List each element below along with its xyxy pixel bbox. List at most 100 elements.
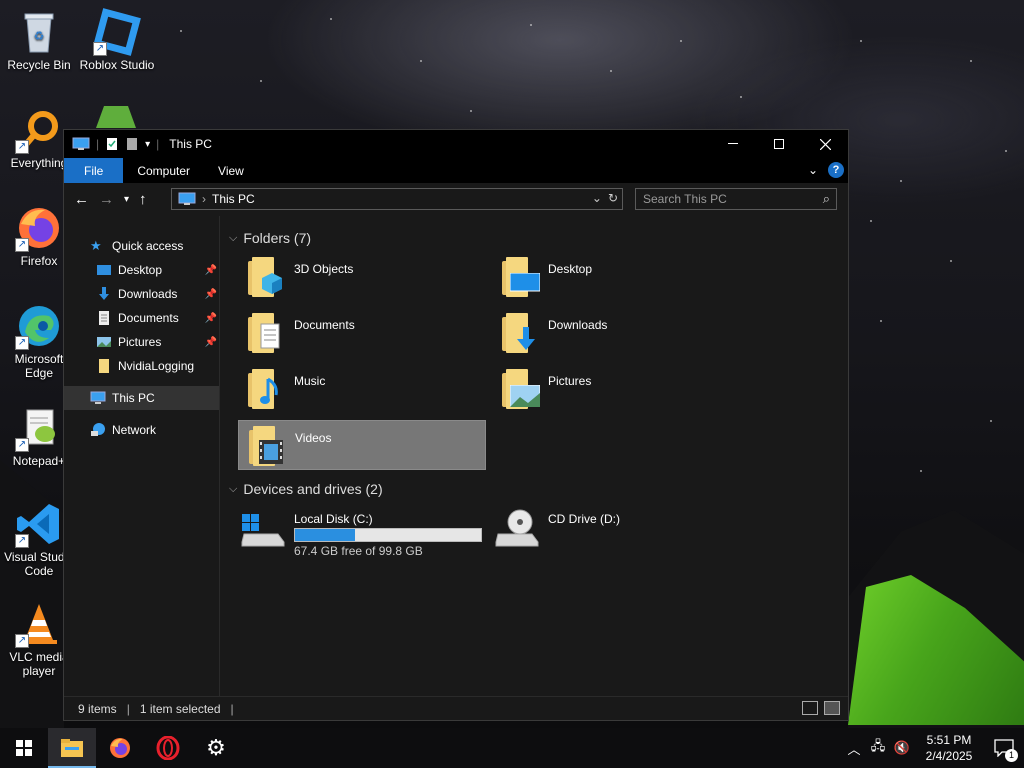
sidebar-item-label: NvidiaLogging [118,359,195,373]
selection-count: 1 item selected [139,701,221,716]
content-pane: ⌵ Folders (7) 3D Objects Desktop Documen… [220,216,848,697]
breadcrumb-separator-icon: › [202,192,206,206]
file-explorer-window: | ▾ | This PC File Computer View ⌄ ? ← →… [63,129,849,721]
desktop-folder-icon [97,265,111,275]
sidebar-item-desktop[interactable]: Desktop 📌 [64,258,219,282]
desktop-icon-label: Roblox Studio [79,58,155,72]
sidebar-item-downloads[interactable]: Downloads 📌 [64,282,219,306]
notification-badge: 1 [1005,749,1018,762]
desktop-icon-recycle-bin[interactable]: ♻ Recycle Bin [0,8,78,72]
search-input[interactable]: Search This PC ⌕ [635,188,837,210]
status-separator: | [230,701,234,716]
address-dropdown-chevron-icon[interactable]: ⌄ [592,191,602,205]
pin-icon: 📌 [204,264,217,276]
status-separator: | [126,701,130,716]
taskbar-firefox[interactable] [96,728,144,768]
vlc-cone-icon: ↗ [15,600,63,648]
tab-view[interactable]: View [204,158,258,183]
shortcut-arrow-icon: ↗ [15,438,29,452]
sidebar-item-nvidialogging[interactable]: NvidiaLogging [64,354,219,378]
sidebar-item-label: Network [112,423,157,437]
clock[interactable]: 5:51 PM 2/4/2025 [914,732,984,764]
folder-tile-pictures[interactable]: Pictures [492,364,740,414]
address-bar[interactable]: › This PC ⌄ ↻ [171,188,623,210]
documents-folder-icon [246,311,286,355]
start-button[interactable] [0,728,48,768]
sidebar-item-pictures[interactable]: Pictures 📌 [64,330,219,354]
recent-locations-chevron-icon[interactable]: ▾ [124,194,129,205]
shortcut-arrow-icon: ↗ [15,238,29,252]
sidebar-item-quick-access[interactable]: ★ Quick access [64,234,219,258]
tile-label: Music [294,374,326,388]
taskbar-file-explorer[interactable] [48,728,96,768]
downloads-arrow-icon [99,287,109,300]
tile-label: Documents [294,318,355,332]
collapse-chevron-icon: ⌵ [229,231,238,244]
sidebar-item-this-pc[interactable]: This PC [64,386,219,410]
new-folder-icon[interactable] [125,137,139,151]
folder-tile-downloads[interactable]: Downloads [492,308,740,358]
up-arrow-icon[interactable]: ↑ [139,191,147,208]
navigation-pane: ★ Quick access Desktop 📌 Downloads 📌 Doc… [64,216,220,697]
breadcrumb: › This PC [178,192,255,206]
help-icon[interactable]: ? [828,162,844,178]
tab-computer[interactable]: Computer [123,158,204,183]
folder-tile-music[interactable]: Music [238,364,486,414]
action-center-button[interactable]: 1 [984,728,1024,768]
drive-label: CD Drive (D:) [548,512,620,526]
cd-drive-icon [495,509,539,547]
breadcrumb-this-pc[interactable]: This PC [212,192,255,206]
disk-usage-bar [294,528,482,542]
taskbar: ⚙ ︿ 🖧 🔇 5:51 PM 2/4/2025 1 [0,728,1024,768]
taskbar-opera[interactable] [144,728,192,768]
forward-arrow-icon[interactable]: → [99,191,114,208]
opera-icon [156,736,180,760]
show-hidden-icons-chevron-icon[interactable]: ︿ [842,739,866,758]
maximize-button[interactable] [756,130,802,158]
folder-tile-desktop[interactable]: Desktop [492,252,740,302]
folder-tile-documents[interactable]: Documents [238,308,486,358]
gear-icon: ⚙ [206,735,226,760]
toolbar-separator: | [96,137,100,151]
tile-label: Desktop [548,262,593,276]
system-tray: ︿ 🖧 🔇 5:51 PM 2/4/2025 1 [842,728,1024,768]
customize-toolbar-chevron-icon[interactable]: ▾ [145,139,150,150]
edge-icon: ↗ [15,302,63,350]
folders-group-header[interactable]: ⌵ Folders (7) [229,230,311,246]
tab-file[interactable]: File [64,158,124,183]
refresh-icon[interactable]: ↻ [608,191,618,205]
network-icon [91,423,105,436]
ribbon-controls: ⌄ ? [808,162,844,178]
pin-icon: 📌 [204,312,217,324]
search-placeholder: Search This PC [643,192,727,206]
tile-label: 3D Objects [294,262,354,276]
quick-access-toolbar: | ▾ | [72,137,159,151]
explorer-body: ★ Quick access Desktop 📌 Downloads 📌 Doc… [64,216,848,697]
tile-label: Pictures [548,374,592,388]
sidebar-item-label: Quick access [112,239,184,253]
details-view-icon[interactable] [802,701,818,715]
drive-tile-cd-drive[interactable]: CD Drive (D:) [492,506,752,556]
properties-icon[interactable] [105,137,119,151]
sidebar-item-network[interactable]: Network [64,418,219,442]
drives-group-header[interactable]: ⌵ Devices and drives (2) [229,481,383,497]
desktop-icon-roblox-studio[interactable]: ↗ Roblox Studio [78,8,156,72]
windows-logo-icon [16,740,32,756]
sidebar-item-documents[interactable]: Documents 📌 [64,306,219,330]
music-folder-icon [246,367,286,411]
large-icons-view-icon[interactable] [824,701,840,715]
collapse-chevron-icon: ⌵ [229,482,238,495]
sidebar-item-label: Documents [118,311,179,325]
back-arrow-icon[interactable]: ← [74,191,89,208]
drive-tile-local-disk[interactable]: Local Disk (C:) 67.4 GB free of 99.8 GB [238,506,498,558]
network-status-icon[interactable]: 🖧 [866,737,890,759]
close-button[interactable] [802,130,848,158]
volume-muted-icon[interactable]: 🔇 [890,740,914,756]
folder-tile-3d-objects[interactable]: 3D Objects [238,252,486,302]
roblox-studio-icon: ↗ [93,8,141,56]
expand-ribbon-chevron-icon[interactable]: ⌄ [808,163,818,177]
folder-tile-videos[interactable]: Videos [238,420,486,470]
taskbar-settings[interactable]: ⚙ [192,728,240,768]
minimize-button[interactable] [710,130,756,158]
clock-date: 2/4/2025 [925,749,973,763]
